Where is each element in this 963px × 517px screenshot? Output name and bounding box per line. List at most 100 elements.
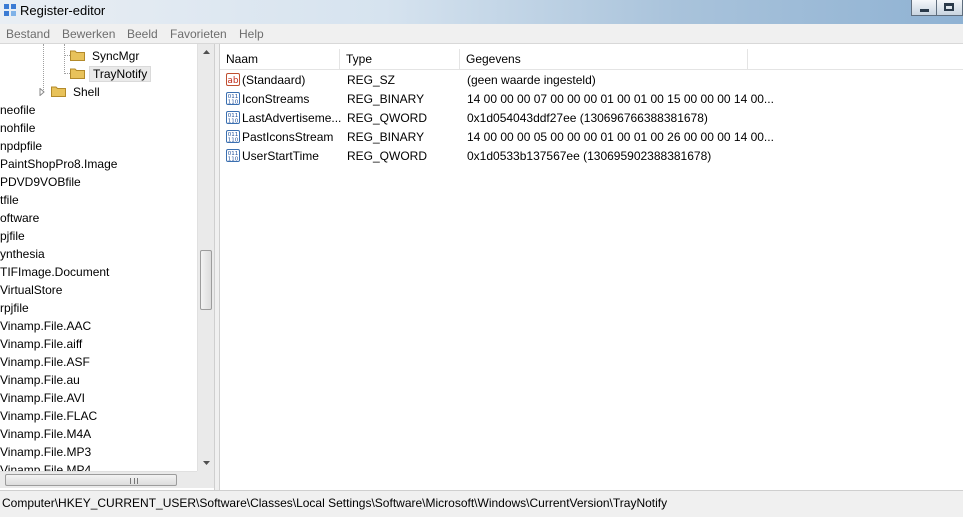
column-header-data[interactable]: Gegevens <box>460 49 748 70</box>
tree-item-label: Vinamp.File.AVI <box>0 391 85 405</box>
tree-item[interactable]: nohfile <box>0 119 35 137</box>
scroll-thumb[interactable] <box>5 474 177 486</box>
tree-item[interactable]: pjfile <box>0 227 25 245</box>
tree-item-traynotify[interactable]: TrayNotify <box>70 65 152 83</box>
window-title: Register-editor <box>20 3 106 18</box>
menu-beeld[interactable]: Beeld <box>127 27 158 41</box>
folder-icon <box>70 50 85 61</box>
svg-text:ab: ab <box>227 76 239 86</box>
value-type: REG_SZ <box>347 73 396 87</box>
value-name-cell: 011 110 UserStartTime <box>226 147 342 166</box>
column-header-name[interactable]: Naam <box>220 49 340 70</box>
folder-icon <box>51 86 66 97</box>
title-bar[interactable]: Register-editor <box>0 0 963 24</box>
scroll-corner <box>197 471 214 488</box>
tree-item[interactable]: ynthesia <box>0 245 45 263</box>
tree-item[interactable]: Vinamp.File.aiff <box>0 335 82 353</box>
tree-item[interactable]: VirtualStore <box>0 281 62 299</box>
menu-help[interactable]: Help <box>239 27 264 41</box>
tree-item[interactable]: Vinamp.File.AAC <box>0 317 91 335</box>
tree-item-label: npdpfile <box>0 139 43 153</box>
tree-item-label: neofile <box>0 103 36 117</box>
scroll-up-icon[interactable] <box>198 44 215 61</box>
tree-item[interactable]: tfile <box>0 191 19 209</box>
tree-item[interactable]: rpjfile <box>0 299 29 317</box>
expand-arrow-icon[interactable] <box>38 88 46 96</box>
tree-item-label: tfile <box>0 193 19 207</box>
status-bar: Computer\HKEY_CURRENT_USER\Software\Clas… <box>0 490 963 517</box>
tree-item[interactable]: npdpfile <box>0 137 42 155</box>
value-type: REG_QWORD <box>347 149 428 163</box>
key-tree-pane[interactable]: SyncMgr TrayNotify Shell neofile nohfile n… <box>0 44 215 490</box>
value-name-cell: 011 110 LastAdvertiseme... <box>226 109 342 128</box>
value-name: (Standaard) <box>242 73 306 87</box>
scroll-thumb[interactable] <box>200 250 212 310</box>
value-row[interactable]: ab (Standaard) REG_SZ (geen waarde ingestel… <box>220 71 963 90</box>
binary-value-icon: 011110 <box>226 92 240 105</box>
tree-item[interactable]: Vinamp.File.FLAC <box>0 407 97 425</box>
tree-item-label: SyncMgr <box>92 49 140 63</box>
value-name: PastIconsStream <box>242 130 334 144</box>
minimize-icon <box>920 9 929 12</box>
tree-item-label: Vinamp.File.AAC <box>0 319 92 333</box>
value-type: REG_BINARY <box>347 92 425 106</box>
tree-item[interactable]: oftware <box>0 209 39 227</box>
tree-item-label: PDVD9VOBfile <box>0 175 81 189</box>
tree-item[interactable]: Vinamp.File.au <box>0 371 80 389</box>
tree-item[interactable]: neofile <box>0 101 35 119</box>
value-type: REG_QWORD <box>347 111 428 125</box>
column-header-type[interactable]: Type <box>340 49 460 70</box>
value-data: 0x1d0533b137567ee (130695902388381678) <box>467 149 712 163</box>
tree-item[interactable]: Vinamp.File.M4A <box>0 425 91 443</box>
tree-item[interactable]: Vinamp.File.AVI <box>0 389 85 407</box>
tree-item-label: Vinamp.File.ASF <box>0 355 90 369</box>
menu-bar: Bestand Bewerken Beeld Favorieten Help <box>0 24 963 44</box>
svg-text:110: 110 <box>228 100 239 106</box>
tree-item-label: Vinamp.File.M4A <box>0 427 92 441</box>
values-list-pane[interactable]: Naam Type Gegevens ab (Standaard) REG_SZ (g… <box>220 44 963 490</box>
maximize-button[interactable] <box>937 0 963 16</box>
svg-text:110: 110 <box>228 157 239 163</box>
value-data: 14 00 00 00 05 00 00 00 01 00 01 00 26 0… <box>467 130 774 144</box>
grip-icon <box>130 478 138 484</box>
value-row[interactable]: 011 110 UserStartTime REG_QWORD 0x1d0533b137… <box>220 147 963 166</box>
scroll-down-icon[interactable] <box>198 454 215 471</box>
tree-item[interactable]: TIFImage.Document <box>0 263 109 281</box>
value-name: LastAdvertiseme... <box>242 111 342 125</box>
menu-bewerken[interactable]: Bewerken <box>62 27 115 41</box>
string-value-icon: ab <box>226 73 240 86</box>
value-name-cell: ab (Standaard) <box>226 71 342 90</box>
menu-favorieten[interactable]: Favorieten <box>170 27 227 41</box>
value-data: 0x1d054043ddf27ee (130696766388381678) <box>467 111 708 125</box>
tree-item-label: VirtualStore <box>0 283 63 297</box>
binary-value-icon: 011110 <box>226 149 240 162</box>
svg-text:110: 110 <box>228 119 239 125</box>
value-row[interactable]: 011 110 LastAdvertiseme... REG_QWORD 0x1d054… <box>220 109 963 128</box>
value-row[interactable]: 011 110 PastIconsStream REG_BINARY 14 00 00 … <box>220 128 963 147</box>
tree-horizontal-scrollbar[interactable] <box>0 471 197 488</box>
tree-item-label: nohfile <box>0 121 36 135</box>
tree-item-label: TrayNotify <box>89 66 152 82</box>
tree-item[interactable]: Vinamp.File.ASF <box>0 353 90 371</box>
folder-icon <box>70 68 85 79</box>
menu-bestand[interactable]: Bestand <box>6 27 50 41</box>
tree-item-label: rpjfile <box>0 301 29 315</box>
maximize-icon <box>944 3 954 11</box>
tree-vertical-scrollbar[interactable] <box>197 44 214 471</box>
minimize-button[interactable] <box>911 0 937 16</box>
svg-text:110: 110 <box>228 138 239 144</box>
value-row[interactable]: 011 110 IconStreams REG_BINARY 14 00 00 00 0… <box>220 90 963 109</box>
tree-item-label: Vinamp.File.au <box>0 373 80 387</box>
tree-item[interactable]: Vinamp.File.MP3 <box>0 443 91 461</box>
tree-item-label: Vinamp.File.FLAC <box>0 409 98 423</box>
registry-editor-icon <box>4 4 16 16</box>
tree-item[interactable]: PDVD9VOBfile <box>0 173 81 191</box>
value-name-cell: 011 110 PastIconsStream <box>226 128 342 147</box>
tree-item-shell[interactable]: Shell <box>51 83 103 101</box>
key-path: Computer\HKEY_CURRENT_USER\Software\Clas… <box>2 496 668 510</box>
tree-item[interactable]: PaintShopPro8.Image <box>0 155 117 173</box>
tree-item-syncmgr[interactable]: SyncMgr <box>70 47 142 65</box>
tree-item-label: PaintShopPro8.Image <box>0 157 118 171</box>
window-controls <box>911 0 963 18</box>
value-name-cell: 011 110 IconStreams <box>226 90 342 109</box>
